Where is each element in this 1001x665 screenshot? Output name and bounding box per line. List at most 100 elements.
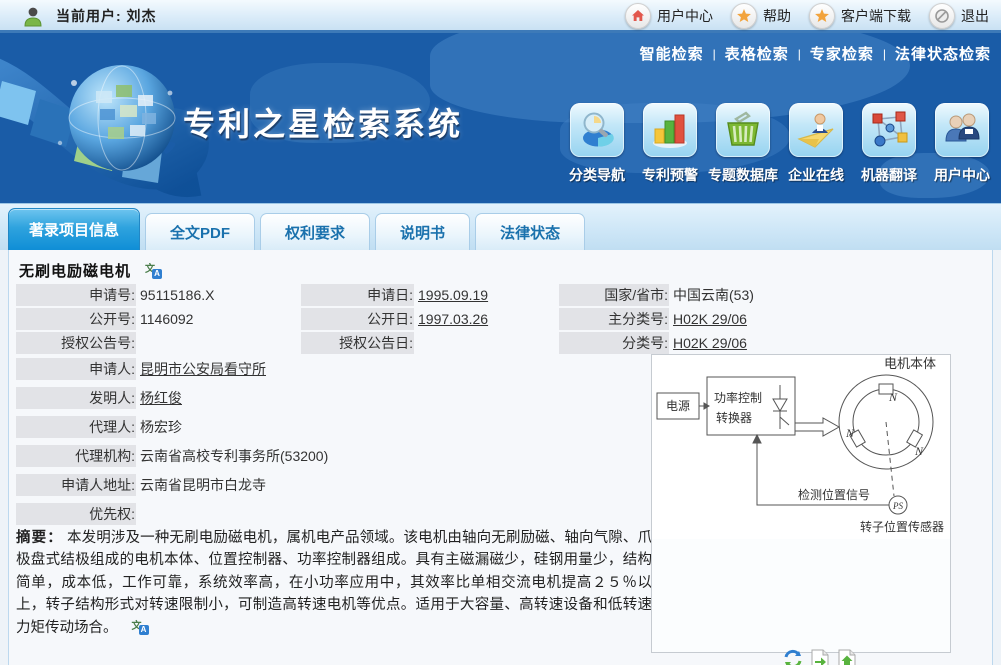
field-value-agent: 杨宏珍 [140,416,182,438]
class-link[interactable]: H02K 29/06 [673,335,747,351]
patent-figure: 电机本体 电源 功率控制 转换器 检测位置信号 转子位置传感器 PS N N N [652,355,950,539]
client-download-label: 客户端下载 [841,6,911,26]
nav-separator: | [883,47,886,61]
patent-figure-box: 电机本体 电源 功率控制 转换器 检测位置信号 转子位置传感器 PS N N N [651,354,951,653]
inventor-link[interactable]: 杨红俊 [140,390,182,406]
field-label: 公开日: [301,308,414,330]
nav-smart-search[interactable]: 智能检索 [640,43,704,64]
app-enterprise-online[interactable]: 企业在线 [781,103,851,185]
figure-label-power: 电源 [666,399,690,413]
tab-biblio-info[interactable]: 著录项目信息 [8,208,140,250]
nav-separator: | [798,47,801,61]
field-label: 申请日: [301,284,414,306]
field-value-application-number: 95115186.X [140,284,214,306]
logout-button[interactable]: 退出 [925,2,993,30]
patent-warning-icon [643,103,697,157]
figure-label-position-signal: 检测位置信号 [798,487,870,502]
figure-toolbar [782,648,858,665]
app-label: 分类导航 [569,165,625,185]
figure-label-converter-2: 转换器 [716,410,752,425]
abstract-label: 摘要： [16,530,63,546]
star-icon [809,3,835,29]
app-label: 机器翻译 [861,165,917,185]
field-value-agency: 云南省高校专利事务所(53200) [140,445,328,467]
classification-nav-icon [570,103,624,157]
refresh-arrows-icon[interactable] [782,648,804,665]
field-label: 国家/省市: [559,284,669,306]
nav-expert-search[interactable]: 专家检索 [810,43,874,64]
field-label: 授权公告日: [301,332,414,354]
field-value-country-province: 中国云南(53) [673,284,754,306]
tab-description[interactable]: 说明书 [375,213,470,250]
app-label: 专题数据库 [708,165,778,185]
export-page-up-icon[interactable] [836,648,858,665]
field-label: 优先权: [16,503,136,525]
logout-label: 退出 [961,6,989,26]
export-page-icon[interactable] [809,648,831,665]
user-center-icon [935,103,989,157]
figure-pole-n: N [914,444,924,458]
app-topic-database[interactable]: 专题数据库 [708,103,778,185]
field-label: 代理人: [16,416,136,438]
user-center-button[interactable]: 用户中心 [621,2,717,30]
field-value-publication-number: 1146092 [140,308,193,330]
app-title: 专利之星检索系统 [183,99,463,145]
help-label: 帮助 [763,6,791,26]
field-label: 发明人: [16,387,136,409]
current-user-label: 当前用户: 刘杰 [56,6,157,26]
app-machine-translation[interactable]: 机器翻译 [854,103,924,185]
field-label: 分类号: [559,332,669,354]
field-label: 申请人地址: [16,474,136,496]
field-label: 主分类号: [559,308,669,330]
topbar: 当前用户: 刘杰 用户中心 帮助 客户端下载 [0,0,1001,33]
translate-icon[interactable]: 文A [145,262,162,279]
translate-icon[interactable]: 文A [132,618,149,635]
help-button[interactable]: 帮助 [727,2,795,30]
enterprise-online-icon [789,103,843,157]
figure-label-rotor-sensor: 转子位置传感器 [860,519,944,534]
header-nav: 智能检索 | 表格检索 | 专家检索 | 法律状态检索 [640,43,991,64]
main-class-link[interactable]: H02K 29/06 [673,311,747,327]
app-label: 专利预警 [642,165,698,185]
app-patent-warning[interactable]: 专利预警 [635,103,705,185]
application-date-link[interactable]: 1995.09.19 [418,287,488,303]
field-value-applicant-address: 云南省昆明市白龙寺 [140,474,266,496]
field-label: 申请人: [16,358,136,380]
client-download-button[interactable]: 客户端下载 [805,2,915,30]
patent-title: 无刷电励磁电机 [19,260,131,281]
publication-date-link[interactable]: 1997.03.26 [418,311,488,327]
nav-separator: | [713,47,716,61]
field-label: 代理机构: [16,445,136,467]
patent-detail-panel: 无刷电励磁电机 文A 申请号: 95115186.X 申请日: 1995.09.… [8,250,993,665]
tab-claims[interactable]: 权利要求 [260,213,370,250]
star-icon [731,3,757,29]
app-label: 用户中心 [934,165,990,185]
header-banner: 专利之星检索系统 智能检索 | 表格检索 | 专家检索 | 法律状态检索 分类导航 [0,33,1001,203]
figure-label-ps: PS [892,501,903,511]
logout-icon [929,3,955,29]
page: 当前用户: 刘杰 用户中心 帮助 客户端下载 [0,0,1001,665]
app-user-center[interactable]: 用户中心 [927,103,997,185]
user-center-label: 用户中心 [657,6,713,26]
field-value-inventor: 杨红俊 [140,387,182,409]
nav-legal-status-search[interactable]: 法律状态检索 [895,43,991,64]
user-silhouette-icon [22,5,44,27]
tab-fulltext-pdf[interactable]: 全文PDF [145,213,255,250]
app-label: 企业在线 [788,165,844,185]
globe-logo [69,65,175,171]
tabstrip: 著录项目信息 全文PDF 权利要求 说明书 法律状态 [0,203,1001,250]
tab-legal-status[interactable]: 法律状态 [475,213,585,250]
figure-label-motor-body: 电机本体 [884,356,936,371]
abstract-text: 本发明涉及一种无刷电励磁电机，属机电产品领域。该电机由轴向无刷励磁、轴向气隙、爪… [16,530,652,636]
topbar-buttons: 用户中心 帮助 客户端下载 退出 [621,2,993,30]
app-classification-nav[interactable]: 分类导航 [562,103,632,185]
applicant-link[interactable]: 昆明市公安局看守所 [140,361,266,377]
figure-pole-n: N [888,390,898,404]
field-label: 授权公告号: [16,332,136,354]
figure-label-converter-1: 功率控制 [714,390,762,405]
nav-table-search[interactable]: 表格检索 [725,43,789,64]
topic-database-icon [716,103,770,157]
field-value-publication-date: 1997.03.26 [418,308,488,330]
home-icon [625,3,651,29]
field-value-class: H02K 29/06 [673,332,747,354]
